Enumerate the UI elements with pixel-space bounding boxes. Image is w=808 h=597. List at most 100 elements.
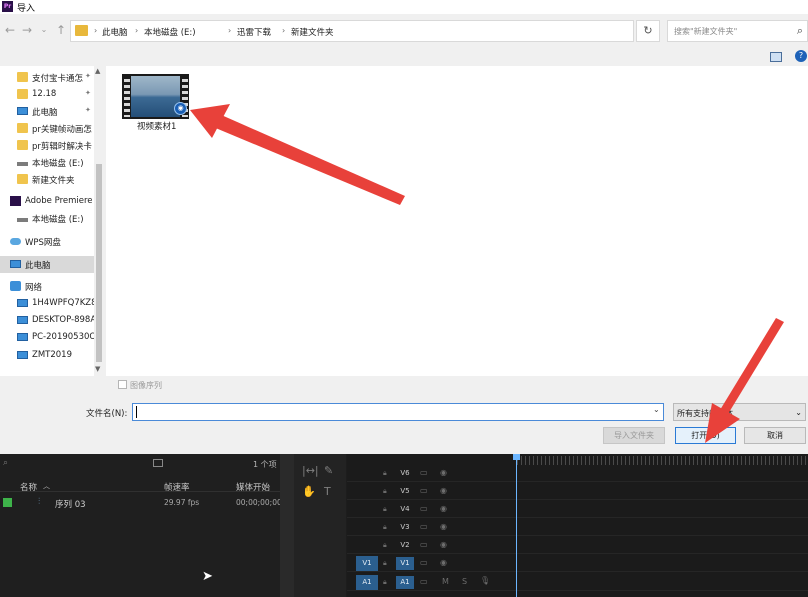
nav-item[interactable]: ZMT2019 bbox=[0, 347, 94, 364]
lock-icon[interactable]: 🔒︎ bbox=[383, 559, 387, 568]
nav-item[interactable]: PC-20190530O bbox=[0, 329, 96, 346]
help-icon[interactable]: ? bbox=[795, 50, 807, 62]
track-v1[interactable] bbox=[347, 555, 808, 572]
bin-icon[interactable] bbox=[153, 459, 163, 467]
mute-icon[interactable]: M bbox=[442, 577, 449, 586]
nav-item-selected[interactable]: 此电脑 bbox=[0, 256, 94, 273]
breadcrumb[interactable]: › 此电脑 › 本地磁盘 (E:) › 迅雷下载 › 新建文件夹 ⌄ bbox=[70, 20, 699, 42]
track-label[interactable]: V3 bbox=[396, 521, 414, 534]
eye-icon[interactable]: ◉ bbox=[440, 504, 447, 513]
eye-icon[interactable]: ◉ bbox=[440, 468, 447, 477]
eye-icon[interactable]: ◉ bbox=[440, 522, 447, 531]
panel-divider[interactable] bbox=[280, 454, 294, 597]
sync-lock-icon[interactable]: ▭ bbox=[420, 577, 428, 586]
track-a1[interactable] bbox=[347, 574, 808, 591]
track-v4[interactable] bbox=[347, 501, 808, 518]
preview-pane-icon[interactable] bbox=[770, 52, 782, 62]
lock-icon[interactable]: 🔒︎ bbox=[383, 487, 387, 496]
source-patch-a1[interactable]: A1 bbox=[356, 575, 378, 590]
up-arrow-icon[interactable]: ↑ bbox=[54, 23, 68, 37]
filename-input[interactable] bbox=[132, 403, 664, 421]
breadcrumb-separator-icon[interactable]: › bbox=[228, 26, 231, 35]
filename-dropdown-icon[interactable]: ⌄ bbox=[653, 405, 660, 414]
track-label[interactable]: V1 bbox=[396, 557, 414, 570]
track-v2[interactable] bbox=[347, 537, 808, 554]
column-header-name[interactable]: 名称 bbox=[20, 481, 37, 493]
breadcrumb-item[interactable]: 新建文件夹 bbox=[291, 26, 334, 38]
eye-icon[interactable]: ◉ bbox=[440, 486, 447, 495]
cloud-icon bbox=[10, 238, 21, 245]
nav-item[interactable]: DESKTOP-898A bbox=[0, 312, 96, 329]
breadcrumb-separator-icon[interactable]: › bbox=[94, 26, 97, 35]
nav-item[interactable]: 本地磁盘 (E:) bbox=[0, 210, 94, 227]
microphone-icon[interactable]: 🎙︎ bbox=[480, 576, 490, 585]
cancel-button[interactable]: 取消 bbox=[744, 427, 806, 444]
nav-item[interactable]: 新建文件夹 bbox=[0, 171, 94, 188]
forward-arrow-icon[interactable]: → bbox=[20, 23, 34, 37]
file-type-select[interactable]: 所有支持的媒体 ⌄ bbox=[673, 403, 806, 421]
column-header-fps[interactable]: 帧速率 bbox=[164, 481, 190, 493]
back-arrow-icon[interactable]: ← bbox=[3, 23, 17, 37]
import-folder-button[interactable]: 导入文件夹 bbox=[603, 427, 665, 444]
hand-tool-icon[interactable]: ✋ bbox=[302, 485, 316, 498]
source-patch-v1[interactable]: V1 bbox=[356, 556, 378, 571]
sync-lock-icon[interactable]: ▭ bbox=[420, 558, 428, 567]
search-input[interactable]: 搜索"新建文件夹" ⌕ bbox=[667, 20, 808, 42]
eye-icon[interactable]: ◉ bbox=[440, 540, 447, 549]
nav-item[interactable]: pr关键帧动画怎 ✦ bbox=[0, 120, 94, 137]
lock-icon[interactable]: 🔒︎ bbox=[383, 469, 387, 478]
sync-lock-icon[interactable]: ▭ bbox=[420, 522, 428, 531]
track-v6[interactable] bbox=[347, 465, 808, 482]
nav-item[interactable]: 12.18 ✦ bbox=[0, 86, 94, 103]
track-label[interactable]: A1 bbox=[396, 576, 414, 589]
lock-icon[interactable]: 🔒︎ bbox=[383, 523, 387, 532]
eye-icon[interactable]: ◉ bbox=[440, 558, 447, 567]
column-header-media-start[interactable]: 媒体开始 bbox=[236, 481, 270, 493]
type-tool-icon[interactable]: T bbox=[324, 485, 331, 498]
nav-item[interactable]: 支付宝卡通怎 ✦ bbox=[0, 69, 94, 86]
file-list-area[interactable] bbox=[106, 66, 808, 376]
sync-lock-icon[interactable]: ▭ bbox=[420, 486, 428, 495]
pen-tool-icon[interactable]: ✎ bbox=[324, 464, 333, 477]
breadcrumb-item[interactable]: 本地磁盘 (E:) bbox=[144, 26, 196, 38]
search-icon[interactable]: ⌕ bbox=[3, 458, 8, 468]
breadcrumb-item[interactable]: 此电脑 bbox=[102, 26, 128, 38]
nav-item[interactable]: 本地磁盘 (E:) bbox=[0, 154, 94, 171]
nav-item[interactable]: 此电脑 ✦ bbox=[0, 103, 94, 120]
track-label[interactable]: V6 bbox=[396, 467, 414, 480]
image-sequence-checkbox[interactable] bbox=[118, 380, 127, 389]
nav-item[interactable]: WPS网盘 bbox=[0, 233, 94, 250]
lock-icon[interactable]: 🔒︎ bbox=[383, 541, 387, 550]
solo-icon[interactable]: S bbox=[462, 577, 467, 586]
track-label[interactable]: V2 bbox=[396, 539, 414, 552]
nav-item[interactable]: 网络 bbox=[0, 278, 94, 295]
recent-locations-chevron-icon[interactable]: ⌄ bbox=[37, 25, 51, 34]
breadcrumb-item[interactable]: 迅雷下载 bbox=[237, 26, 271, 38]
nav-item[interactable]: pr剪辑时解决卡 ✦ bbox=[0, 137, 94, 154]
playhead-handle[interactable] bbox=[513, 454, 520, 460]
nav-item[interactable]: Adobe Premiere bbox=[0, 193, 94, 210]
nav-scroll-thumb[interactable] bbox=[96, 164, 102, 362]
scroll-up-icon[interactable]: ▲ bbox=[95, 67, 100, 75]
breadcrumb-separator-icon[interactable]: › bbox=[282, 26, 285, 35]
sync-lock-icon[interactable]: ▭ bbox=[420, 540, 428, 549]
lock-icon[interactable]: 🔒︎ bbox=[383, 578, 387, 587]
time-ruler[interactable] bbox=[517, 456, 808, 465]
lock-icon[interactable]: 🔒︎ bbox=[383, 505, 387, 514]
file-name-label[interactable]: 视频素材1 bbox=[137, 120, 176, 132]
track-label[interactable]: V4 bbox=[396, 503, 414, 516]
nav-item[interactable]: 1H4WPFQ7KZ8 bbox=[0, 295, 97, 312]
refresh-button[interactable]: ↻ bbox=[636, 20, 660, 42]
track-label[interactable]: V5 bbox=[396, 485, 414, 498]
sync-lock-icon[interactable]: ▭ bbox=[420, 468, 428, 477]
sequence-name[interactable]: 序列 03 bbox=[55, 498, 86, 510]
ripple-edit-tool-icon[interactable]: |↔| bbox=[302, 464, 319, 477]
open-button[interactable]: 打开(O) bbox=[675, 427, 736, 444]
track-v5[interactable] bbox=[347, 483, 808, 500]
playhead-line[interactable] bbox=[516, 455, 517, 597]
scroll-down-icon[interactable]: ▼ bbox=[95, 365, 100, 373]
track-v3[interactable] bbox=[347, 519, 808, 536]
sync-lock-icon[interactable]: ▭ bbox=[420, 504, 428, 513]
breadcrumb-separator-icon[interactable]: › bbox=[135, 26, 138, 35]
sort-ascending-icon[interactable]: ︿ bbox=[43, 481, 50, 491]
